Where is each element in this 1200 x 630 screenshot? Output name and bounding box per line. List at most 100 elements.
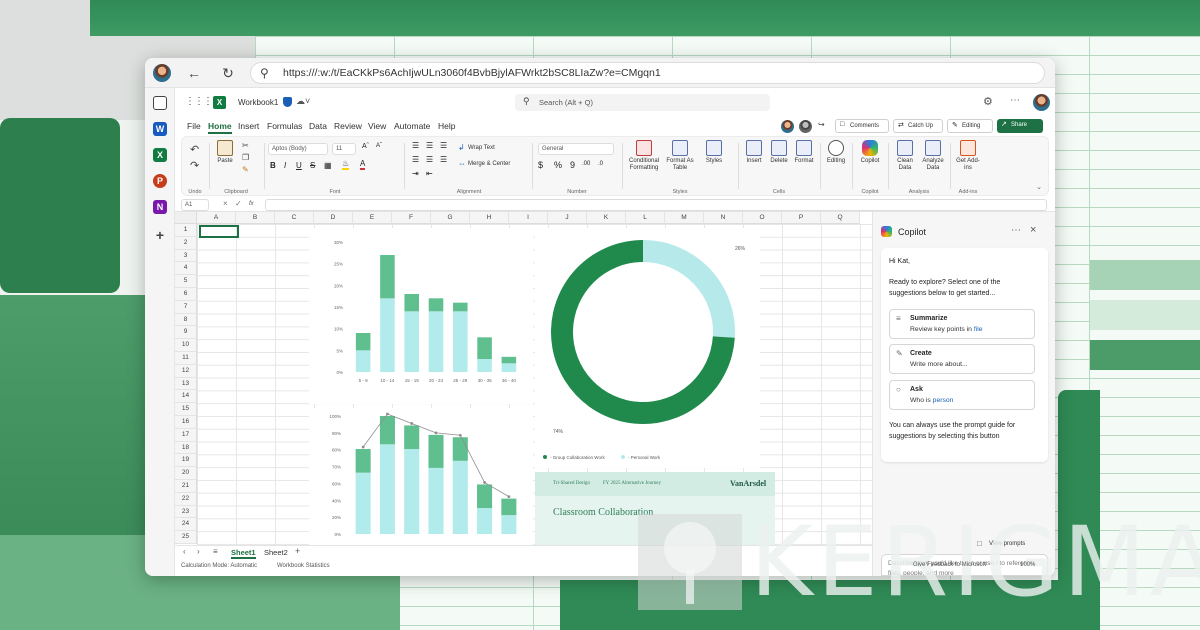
number-format-select[interactable]: General <box>538 143 614 155</box>
onenote-app-icon[interactable]: N <box>153 200 167 214</box>
percent-icon[interactable]: % <box>554 160 562 170</box>
suggestion-summarize[interactable]: ≡ Summarize Review key points in file <box>889 309 1035 339</box>
row-header[interactable]: 13 <box>175 377 197 391</box>
ribbon-expand-chevron-icon[interactable]: ⌄ <box>1036 183 1042 191</box>
column-header[interactable]: A <box>197 212 236 224</box>
sheet-nav-next-icon[interactable]: › <box>197 547 200 556</box>
paste-button[interactable]: Paste <box>214 140 236 165</box>
row-header[interactable]: 10 <box>175 339 197 352</box>
presence-arrow-icon[interactable]: ↪ <box>818 120 825 129</box>
sheet-nav-prev-icon[interactable]: ‹ <box>183 547 186 556</box>
column-header[interactable]: P <box>782 212 821 224</box>
sidebar-toggle-icon[interactable] <box>153 96 167 110</box>
column-header[interactable]: N <box>704 212 743 224</box>
menu-file[interactable]: File <box>187 121 201 131</box>
address-bar[interactable]: ⚲ https:///:w:/t/EaCKkPs6AchIjwULn3060f4… <box>250 62 1045 84</box>
font-name-select[interactable]: Aptos (Body) <box>268 143 328 155</box>
copilot-ribbon-button[interactable]: Copilot <box>857 140 883 165</box>
column-header[interactable]: E <box>353 212 392 224</box>
row-header[interactable]: 16 <box>175 416 197 429</box>
comma-style-icon[interactable]: 9 <box>570 160 575 170</box>
catchup-button[interactable]: ⇄ Catch Up <box>893 119 943 133</box>
row-header[interactable]: 18 <box>175 441 197 455</box>
chart-work-split-donut[interactable]: 26% 74% - Group Collaboration Work - Person… <box>535 228 760 468</box>
row-header[interactable]: 15 <box>175 403 197 416</box>
underline-icon[interactable]: U <box>296 161 302 170</box>
row-header[interactable]: 24 <box>175 518 197 532</box>
row-header[interactable]: 12 <box>175 364 197 378</box>
align-middle-icon[interactable]: ☰ <box>426 141 433 150</box>
sheet-tab-sheet1[interactable]: Sheet1 <box>231 548 256 559</box>
column-header[interactable]: K <box>587 212 626 224</box>
menu-home[interactable]: Home <box>208 121 232 134</box>
row-header[interactable]: 21 <box>175 480 197 493</box>
menu-view[interactable]: View <box>368 121 386 131</box>
column-header[interactable]: H <box>470 212 509 224</box>
row-header[interactable]: 17 <box>175 428 197 442</box>
column-header[interactable]: B <box>236 212 275 224</box>
row-header[interactable]: 1 <box>175 224 197 237</box>
decrease-decimal-icon[interactable]: .0 <box>598 161 603 167</box>
menu-help[interactable]: Help <box>438 121 455 131</box>
column-header[interactable]: D <box>314 212 353 224</box>
grow-font-icon[interactable]: Aˆ <box>362 143 369 150</box>
bold-icon[interactable]: B <box>270 161 276 170</box>
all-sheets-icon[interactable]: ≡ <box>213 547 218 556</box>
cell-styles-button[interactable]: Styles <box>700 140 728 165</box>
feedback-link[interactable]: Give Feedback to Microsoft <box>913 562 986 568</box>
column-header[interactable]: M <box>665 212 704 224</box>
column-header[interactable]: C <box>275 212 314 224</box>
chart-age-distribution[interactable]: 0% 5% 10% 15% 20% 25% 30% 5 - 9 10 - 14 15 - 19 20… <box>309 228 533 404</box>
currency-icon[interactable]: $ <box>538 160 543 170</box>
column-header[interactable]: O <box>743 212 782 224</box>
insert-cells-button[interactable]: Insert <box>742 140 766 165</box>
wrap-text-button[interactable]: Wrap Text <box>468 145 495 151</box>
format-as-table-button[interactable]: Format As Table <box>664 140 696 172</box>
conditional-formatting-button[interactable]: Conditional Formatting <box>626 140 662 172</box>
font-size-select[interactable]: 11 <box>332 143 356 155</box>
menu-data[interactable]: Data <box>309 121 327 131</box>
analyze-data-button[interactable]: Analyze Data <box>920 140 946 172</box>
formula-input[interactable] <box>265 199 1047 211</box>
align-center-icon[interactable]: ☰ <box>426 155 433 164</box>
active-cell-a1[interactable] <box>199 225 239 238</box>
row-header[interactable]: 7 <box>175 300 197 314</box>
row-header[interactable]: 6 <box>175 288 197 301</box>
suggestion-create[interactable]: ✎ Create Write more about... <box>889 344 1035 374</box>
row-header[interactable]: 22 <box>175 492 197 506</box>
italic-icon[interactable]: I <box>284 161 286 170</box>
sheet-tab-sheet2[interactable]: Sheet2 <box>264 548 288 557</box>
row-header[interactable]: 5 <box>175 275 197 288</box>
format-painter-icon[interactable]: ✎ <box>242 165 249 174</box>
powerpoint-app-icon[interactable]: P <box>153 174 167 188</box>
add-app-icon[interactable]: + <box>153 228 167 242</box>
zoom-level[interactable]: 100% <box>1020 562 1035 568</box>
suggestion-ask[interactable]: ○ Ask Who is person <box>889 380 1035 410</box>
row-header[interactable]: 19 <box>175 454 197 468</box>
menu-automate[interactable]: Automate <box>394 121 430 131</box>
delete-cells-button[interactable]: Delete <box>767 140 791 165</box>
copy-icon[interactable]: ❐ <box>242 153 249 162</box>
align-left-icon[interactable]: ☰ <box>412 155 419 164</box>
chart-trend-bars[interactable]: 0% 20% 40% 60% 70% 80% 90% 100% <box>309 408 533 545</box>
increase-decimal-icon[interactable]: .00 <box>582 161 590 167</box>
get-addins-button[interactable]: Get Add-ins <box>955 140 981 172</box>
merge-center-button[interactable]: Merge & Center <box>468 161 510 167</box>
back-arrow-icon[interactable]: ← <box>185 64 203 82</box>
row-header[interactable]: 8 <box>175 313 197 327</box>
strikethrough-icon[interactable]: S <box>310 161 315 170</box>
cancel-formula-icon[interactable]: × <box>223 199 228 208</box>
refresh-icon[interactable]: ↻ <box>219 64 237 82</box>
column-header[interactable]: J <box>548 212 587 224</box>
clean-data-button[interactable]: Clean Data <box>892 140 918 172</box>
row-header[interactable]: 14 <box>175 390 197 404</box>
borders-icon[interactable]: ▦ <box>324 161 332 170</box>
column-header[interactable]: G <box>431 212 470 224</box>
row-header[interactable]: 25 <box>175 531 197 544</box>
outdent-icon[interactable]: ⇤ <box>426 169 433 178</box>
copilot-close-icon[interactable]: × <box>1030 224 1036 236</box>
format-cells-button[interactable]: Format <box>792 140 816 165</box>
column-header[interactable]: F <box>392 212 431 224</box>
row-header[interactable]: 23 <box>175 505 197 519</box>
app-launcher-icon[interactable]: ⋮⋮⋮ <box>185 96 213 107</box>
